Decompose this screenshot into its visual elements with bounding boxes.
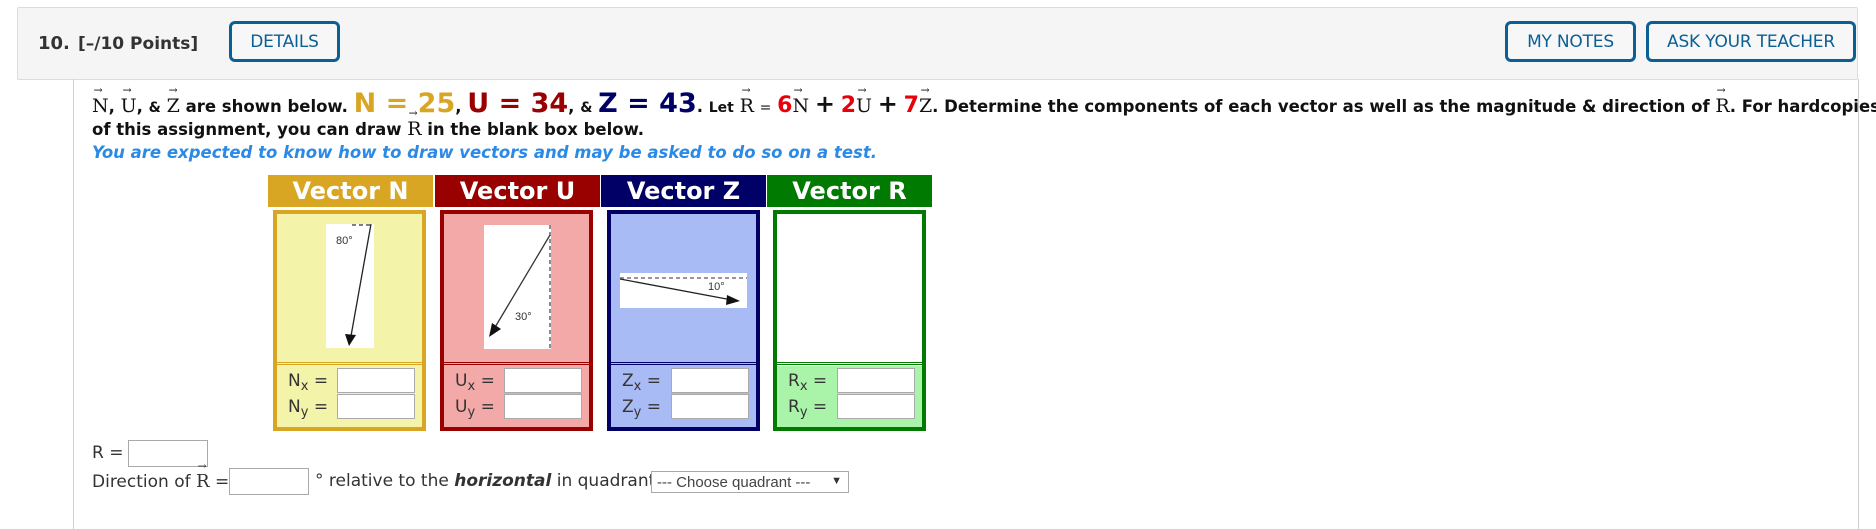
quadrant-select[interactable]: --- Choose quadrant --- ▼	[651, 471, 849, 493]
determine-text: Determine the components of each vector …	[944, 97, 1710, 116]
vector-r-symbol: R	[196, 471, 210, 492]
vector-n-symbol: N	[92, 95, 109, 117]
vector-z-arrow-icon: 10°	[619, 277, 747, 305]
coef-z: 7	[903, 93, 919, 118]
direction-label: Direction of R =	[92, 471, 229, 492]
hardcopies-text: For hardcopies	[1741, 97, 1876, 116]
rx-input[interactable]	[837, 368, 915, 393]
vector-r-symbol: R	[1715, 95, 1729, 117]
equals: =	[759, 100, 772, 116]
ask-your-teacher-button[interactable]: ASK YOUR TEACHER	[1646, 21, 1856, 62]
vector-z-symbol: Z	[167, 95, 180, 117]
shown-below-text: are shown below.	[185, 97, 348, 116]
ux-label: Ux =	[455, 371, 495, 394]
ny-label: Ny =	[288, 397, 329, 420]
my-notes-button[interactable]: MY NOTES	[1505, 21, 1636, 62]
ny-input[interactable]	[337, 394, 415, 419]
details-button[interactable]: DETAILS	[229, 21, 340, 62]
zy-label: Zy =	[622, 397, 662, 420]
let-text: Let	[708, 100, 734, 116]
vector-u-components: Ux = Uy =	[444, 362, 589, 427]
coef-n: 6	[777, 93, 793, 118]
vector-u-box: 30° Ux = Uy =	[440, 210, 593, 431]
vector-n-arrow-icon: 80°	[336, 223, 372, 346]
vector-z-symbol: Z	[919, 95, 932, 117]
vector-z-header: Vector Z	[601, 175, 766, 207]
zx-input[interactable]	[671, 368, 749, 393]
vector-r-drawing-area	[777, 214, 922, 366]
u-magnitude: U = 34	[467, 88, 569, 119]
vector-n-components: Nx = Ny =	[277, 362, 422, 427]
vector-u-arrow-icon: 30°	[489, 225, 551, 349]
zy-input[interactable]	[671, 394, 749, 419]
uy-label: Uy =	[455, 397, 495, 420]
plus: +	[814, 90, 835, 118]
vector-n-angle: 80°	[336, 235, 353, 247]
vector-z-angle: 10°	[708, 281, 725, 293]
ampersand: &	[148, 100, 161, 116]
nx-input[interactable]	[337, 368, 415, 393]
direction-input[interactable]	[229, 468, 309, 495]
vector-r-box: Rx = Ry =	[773, 210, 926, 431]
vector-u-diagram: 30°	[484, 225, 551, 349]
vector-z-components: Zx = Zy =	[611, 362, 756, 427]
vector-z-box: 10° Zx = Zy =	[607, 210, 760, 431]
vector-u-angle: 30°	[515, 311, 532, 323]
ry-input[interactable]	[837, 394, 915, 419]
n-magnitude: N = 25	[353, 88, 456, 119]
vector-r-symbol: R	[407, 118, 421, 140]
vector-r-components: Rx = Ry =	[777, 362, 922, 427]
vector-n-diagram: 80°	[326, 223, 374, 348]
vector-r-header: Vector R	[767, 175, 932, 207]
vector-u-symbol: U	[856, 95, 872, 117]
quadrant-select-value: --- Choose quadrant ---	[657, 473, 811, 491]
vector-r-symbol: R	[740, 95, 754, 117]
ry-label: Ry =	[788, 397, 828, 420]
vector-u-header: Vector U	[435, 175, 600, 207]
dropdown-arrow-icon: ▼	[831, 475, 842, 487]
plus: +	[877, 90, 898, 118]
vector-z-diagram: 10°	[619, 273, 747, 308]
r-magnitude-label: R =	[92, 443, 124, 463]
z-magnitude: Z = 43	[598, 88, 697, 119]
test-note: You are expected to know how to draw vec…	[92, 143, 877, 162]
vector-u-symbol: U	[121, 95, 137, 117]
line2-end: in the blank box below.	[427, 120, 645, 139]
question-number: 10.	[38, 33, 70, 54]
ux-input[interactable]	[504, 368, 582, 393]
question-header: 10. [–/10 Points] DETAILS MY NOTES ASK Y…	[17, 7, 1858, 80]
nx-label: Nx =	[288, 371, 329, 394]
coef-u: 2	[840, 93, 857, 118]
vector-n-symbol: N	[792, 95, 809, 117]
direction-description: ° relative to the horizontal in quadrant	[315, 471, 656, 491]
line2-start: of this assignment, you can draw	[92, 120, 402, 139]
zx-label: Zx =	[622, 371, 662, 394]
rx-label: Rx =	[788, 371, 828, 394]
problem-statement-line1: N, U, & Z are shown below. N = 25, U = 3…	[92, 88, 1876, 119]
r-magnitude-input[interactable]	[128, 440, 208, 467]
question-points: [–/10 Points]	[78, 34, 199, 54]
problem-statement-line2: of this assignment, you can draw R in th…	[92, 118, 644, 140]
vector-n-box: 80° Nx = Ny =	[273, 210, 426, 431]
ampersand: &	[580, 100, 593, 116]
vector-n-header: Vector N	[268, 175, 433, 207]
uy-input[interactable]	[504, 394, 582, 419]
